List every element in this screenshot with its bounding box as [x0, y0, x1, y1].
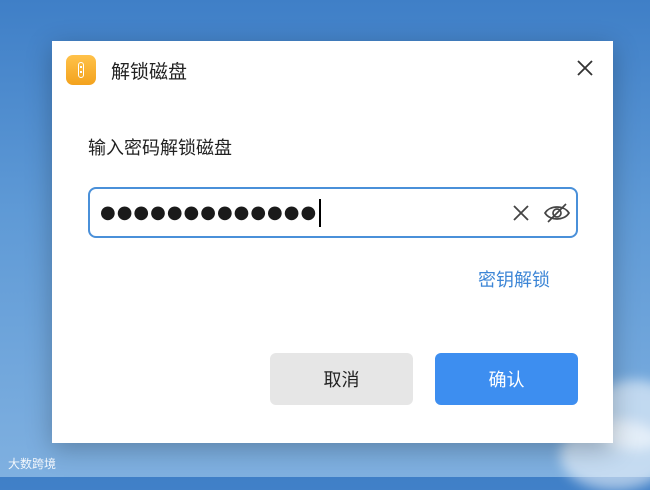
watermark-text: 大数跨境	[8, 457, 57, 471]
password-masked-value: ●●●●●●●●●●●●●	[100, 202, 318, 223]
close-button[interactable]	[572, 55, 598, 81]
password-field[interactable]: ●●●●●●●●●●●●●	[88, 187, 578, 238]
watermark: 大数跨境	[8, 455, 56, 472]
dialog-title: 解锁磁盘	[111, 61, 188, 83]
zip-archive-icon	[66, 55, 96, 85]
key-unlock-link[interactable]: 密钥解锁	[478, 266, 550, 292]
unlock-disk-dialog: 解锁磁盘 输入密码解锁磁盘 ●●●●●●●●●●●●● 密钥解锁 取消 确认	[52, 41, 613, 443]
confirm-button[interactable]: 确认	[435, 353, 578, 405]
eye-hidden-icon	[543, 203, 571, 223]
close-icon	[577, 60, 593, 76]
cancel-button[interactable]: 取消	[270, 353, 413, 405]
clear-password-button[interactable]	[510, 202, 532, 224]
text-caret	[319, 198, 322, 227]
password-prompt: 输入密码解锁磁盘	[88, 138, 232, 159]
toggle-visibility-button[interactable]	[543, 201, 571, 225]
clear-icon	[513, 205, 529, 221]
